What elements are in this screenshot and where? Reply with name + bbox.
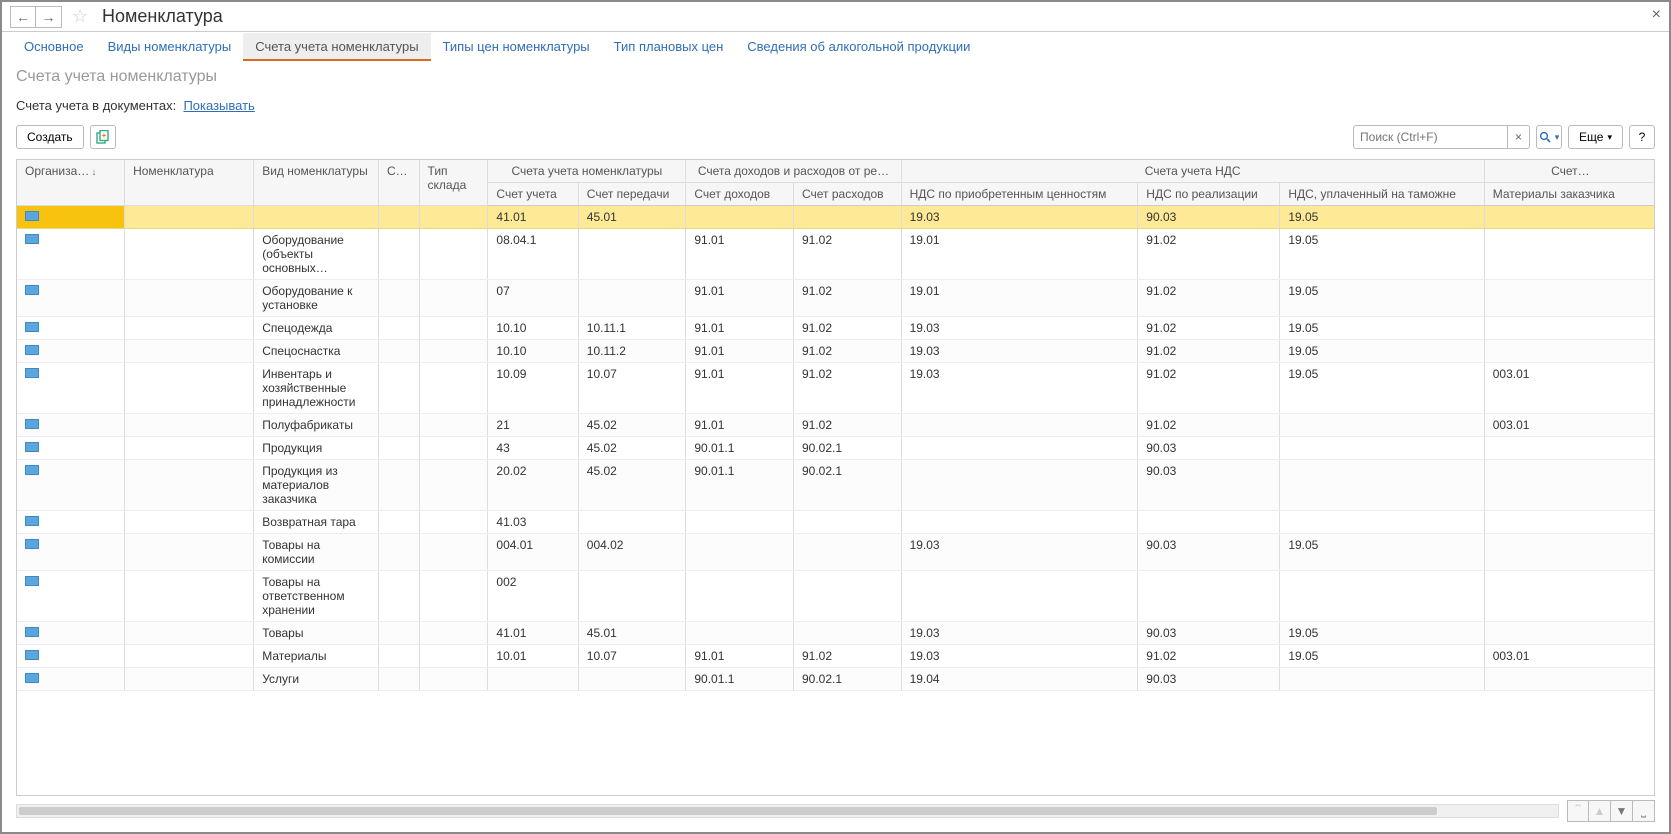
scroll-down-button[interactable]: ▼	[1611, 800, 1633, 822]
table-row[interactable]: Оборудование к установке0791.0191.0219.0…	[17, 280, 1655, 317]
scroll-bottom-button[interactable]: ⎵	[1633, 800, 1655, 822]
col-transfer[interactable]: Счет передачи	[578, 183, 686, 206]
tabs: ОсновноеВиды номенклатурыСчета учета ном…	[2, 32, 1669, 62]
tab-0[interactable]: Основное	[12, 33, 96, 61]
horizontal-scrollbar[interactable]	[16, 804, 1559, 818]
tab-3[interactable]: Типы цен номенклатуры	[431, 33, 602, 61]
record-icon	[25, 539, 39, 549]
colgroup-income[interactable]: Счета доходов и расходов от ре…	[686, 160, 901, 183]
col-nomenclature[interactable]: Номенклатура	[125, 160, 254, 206]
col-s[interactable]: С…	[379, 160, 420, 206]
table-row[interactable]: Услуги90.01.190.02.119.0490.03	[17, 668, 1655, 691]
record-icon	[25, 368, 39, 378]
filter-line: Счета учета в документах: Показывать	[2, 90, 1669, 121]
col-materials[interactable]: Материалы заказчика	[1484, 183, 1655, 206]
create-button[interactable]: Создать	[16, 125, 84, 149]
magnifier-icon	[1539, 131, 1551, 143]
clone-button[interactable]: +	[90, 125, 116, 149]
filter-link[interactable]: Показывать	[183, 98, 254, 113]
filter-prefix: Счета учета в документах:	[16, 98, 176, 113]
more-button[interactable]: Еще▾	[1568, 125, 1623, 149]
scroll-up-button[interactable]: ▲	[1589, 800, 1611, 822]
table-row[interactable]: Спецодежда10.1010.11.191.0191.0219.0391.…	[17, 317, 1655, 340]
col-type[interactable]: Вид номенклатуры	[254, 160, 379, 206]
footer-bar: ⎴ ▲ ▼ ⎵	[16, 798, 1655, 824]
tab-2[interactable]: Счета учета номенклатуры	[243, 33, 430, 61]
col-nds-sale[interactable]: НДС по реализации	[1138, 183, 1280, 206]
record-icon	[25, 465, 39, 475]
record-icon	[25, 627, 39, 637]
more-label: Еще	[1579, 130, 1603, 144]
table-row[interactable]: 41.0145.0119.0390.0319.05	[17, 206, 1655, 229]
col-nds-purchase[interactable]: НДС по приобретенным ценностям	[901, 183, 1138, 206]
advanced-search-button[interactable]: ▾	[1536, 125, 1562, 149]
record-icon	[25, 442, 39, 452]
record-icon	[25, 419, 39, 429]
svg-text:+: +	[101, 131, 106, 140]
table-row[interactable]: Товары на комиссии004.01004.0219.0390.03…	[17, 534, 1655, 571]
record-icon	[25, 345, 39, 355]
colgroup-accounts[interactable]: Счета учета номенклатуры	[488, 160, 686, 183]
table-row[interactable]: Спецоснастка10.1010.11.291.0191.0219.039…	[17, 340, 1655, 363]
toolbar: Создать + × ▾ Еще▾ ?	[2, 121, 1669, 153]
table-row[interactable]: Продукция из материалов заказчика20.0245…	[17, 460, 1655, 511]
col-organization[interactable]: Организа…↓	[17, 160, 125, 206]
search-input[interactable]	[1353, 125, 1508, 149]
subtitle: Счета учета номенклатуры	[2, 62, 1669, 90]
clone-icon: +	[96, 130, 110, 144]
record-icon	[25, 322, 39, 332]
table-row[interactable]: Возвратная тара41.03	[17, 511, 1655, 534]
record-icon	[25, 673, 39, 683]
record-icon	[25, 650, 39, 660]
table-row[interactable]: Инвентарь и хозяйственные принадлежности…	[17, 363, 1655, 414]
record-icon	[25, 285, 39, 295]
search-clear-button[interactable]: ×	[1508, 125, 1530, 149]
table-row[interactable]: Полуфабрикаты2145.0291.0191.0291.02003.0…	[17, 414, 1655, 437]
record-icon	[25, 234, 39, 244]
favorite-icon[interactable]: ☆	[72, 6, 92, 27]
tab-4[interactable]: Тип плановых цен	[602, 33, 736, 61]
col-expense[interactable]: Счет расходов	[793, 183, 901, 206]
col-income[interactable]: Счет доходов	[686, 183, 794, 206]
record-icon	[25, 576, 39, 586]
record-icon	[25, 516, 39, 526]
tab-5[interactable]: Сведения об алкогольной продукции	[735, 33, 982, 61]
table-wrap[interactable]: Организа…↓ Номенклатура Вид номенклатуры…	[16, 159, 1655, 796]
help-button[interactable]: ?	[1629, 125, 1655, 149]
record-icon	[25, 211, 39, 221]
col-nds-customs[interactable]: НДС, уплаченный на таможне	[1280, 183, 1484, 206]
nav-forward-button[interactable]: →	[36, 6, 62, 28]
table-row[interactable]: Товары на ответственном хранении002	[17, 571, 1655, 622]
col-warehouse-type[interactable]: Тип склада	[419, 160, 488, 206]
nav-back-button[interactable]: ←	[10, 6, 36, 28]
colgroup-last[interactable]: Счет…	[1484, 160, 1655, 183]
accounts-table: Организа…↓ Номенклатура Вид номенклатуры…	[17, 160, 1655, 691]
scroll-top-button[interactable]: ⎴	[1567, 800, 1589, 822]
table-row[interactable]: Продукция4345.0290.01.190.02.190.03	[17, 437, 1655, 460]
table-row[interactable]: Материалы10.0110.0791.0191.0219.0391.021…	[17, 645, 1655, 668]
table-row[interactable]: Оборудование (объекты основных…08.04.191…	[17, 229, 1655, 280]
header-bar: ← → ☆ Номенклатура ×	[2, 2, 1669, 32]
tab-1[interactable]: Виды номенклатуры	[96, 33, 244, 61]
close-icon[interactable]: ×	[1652, 6, 1661, 24]
colgroup-nds[interactable]: Счета учета НДС	[901, 160, 1484, 183]
table-row[interactable]: Товары41.0145.0119.0390.0319.05	[17, 622, 1655, 645]
col-account[interactable]: Счет учета	[488, 183, 578, 206]
page-title: Номенклатура	[102, 6, 223, 27]
